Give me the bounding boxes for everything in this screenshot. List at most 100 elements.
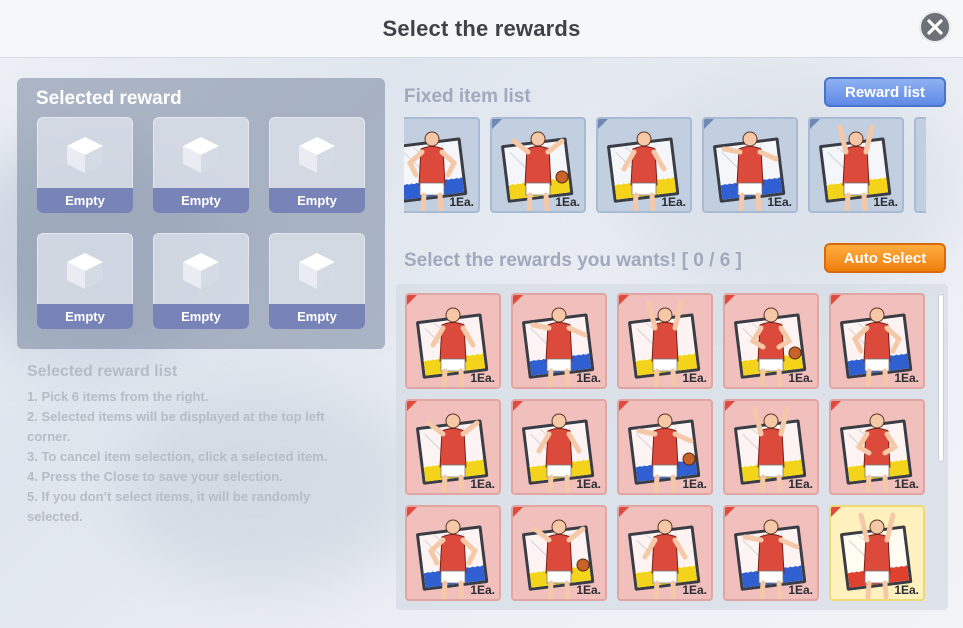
selected-reward-panel: Selected reward Empty Empty Empty Empty Empt… bbox=[17, 78, 385, 349]
corner-flag bbox=[831, 295, 841, 305]
auto-select-button[interactable]: Auto Select bbox=[824, 243, 946, 273]
reward-card[interactable]: 1Ea. bbox=[829, 399, 925, 495]
select-rewards-heading: Select the rewards you wants! [ 0 / 6 ] bbox=[404, 250, 742, 271]
item-quantity: 1Ea. bbox=[682, 583, 707, 597]
reward-card[interactable]: 1Ea. bbox=[723, 399, 819, 495]
item-quantity: 1Ea. bbox=[767, 195, 792, 209]
corner-flag bbox=[619, 295, 629, 305]
reward-slot[interactable]: Empty bbox=[269, 117, 365, 213]
slot-label: Empty bbox=[37, 188, 133, 213]
corner-flag bbox=[598, 119, 608, 129]
reward-card[interactable]: 1Ea. bbox=[596, 117, 692, 213]
title-bar: Select the rewards bbox=[0, 0, 963, 58]
item-quantity: 1Ea. bbox=[682, 477, 707, 491]
fixed-item-list[interactable]: 1Ea. 1Ea. 1Ea. 1Ea. 1Ea. bbox=[404, 117, 926, 213]
reward-slot[interactable]: Empty bbox=[37, 233, 133, 329]
corner-flag bbox=[831, 401, 841, 411]
reward-slot[interactable]: Empty bbox=[269, 233, 365, 329]
item-quantity: 1Ea. bbox=[449, 195, 474, 209]
reward-card[interactable]: 1Ea. bbox=[808, 117, 904, 213]
corner-flag bbox=[407, 507, 417, 517]
page-title: Select the rewards bbox=[382, 15, 581, 41]
instruction-line: corner. bbox=[27, 429, 71, 444]
fixed-item-heading: Fixed item list bbox=[404, 86, 531, 107]
reward-card[interactable]: 1Ea. bbox=[404, 117, 480, 213]
item-quantity: 1Ea. bbox=[788, 477, 813, 491]
cube-icon bbox=[183, 253, 219, 289]
slot-label: Empty bbox=[269, 188, 365, 213]
corner-flag bbox=[810, 119, 820, 129]
reward-slot[interactable]: Empty bbox=[153, 117, 249, 213]
reward-card[interactable]: 1Ea. bbox=[723, 293, 819, 389]
reward-card[interactable]: 1Ea. bbox=[829, 293, 925, 389]
reward-list-button[interactable]: Reward list bbox=[824, 77, 946, 107]
reward-card[interactable]: 1Ea. bbox=[829, 505, 925, 601]
item-quantity: 1Ea. bbox=[682, 371, 707, 385]
corner-flag bbox=[407, 295, 417, 305]
corner-flag bbox=[725, 401, 735, 411]
item-quantity: 1Ea. bbox=[661, 195, 686, 209]
corner-flag bbox=[407, 401, 417, 411]
instruction-line: selected. bbox=[27, 509, 83, 524]
item-quantity: 1Ea. bbox=[788, 371, 813, 385]
item-quantity: 1Ea. bbox=[555, 195, 580, 209]
reward-card[interactable]: 1Ea. bbox=[617, 293, 713, 389]
reward-card[interactable]: 1Ea. bbox=[723, 505, 819, 601]
reward-card-partial[interactable] bbox=[914, 117, 926, 213]
corner-flag bbox=[704, 119, 714, 129]
instruction-line: 1. Pick 6 items from the right. bbox=[27, 389, 209, 404]
reward-card[interactable]: 1Ea. bbox=[511, 399, 607, 495]
reward-card[interactable]: 1Ea. bbox=[405, 293, 501, 389]
selected-reward-heading: Selected reward bbox=[36, 88, 182, 109]
item-quantity: 1Ea. bbox=[576, 583, 601, 597]
cube-icon bbox=[67, 137, 103, 173]
reward-slot[interactable]: Empty bbox=[37, 117, 133, 213]
corner-flag bbox=[725, 507, 735, 517]
reward-card[interactable]: 1Ea. bbox=[617, 505, 713, 601]
instructions-title: Selected reward list bbox=[27, 363, 178, 380]
instruction-line: 2. Selected items will be displayed at t… bbox=[27, 409, 325, 424]
item-quantity: 1Ea. bbox=[470, 477, 495, 491]
close-button[interactable] bbox=[919, 11, 951, 43]
corner-flag bbox=[619, 507, 629, 517]
cube-icon bbox=[299, 253, 335, 289]
close-icon bbox=[927, 19, 943, 35]
item-quantity: 1Ea. bbox=[894, 371, 919, 385]
reward-card[interactable]: 1Ea. bbox=[490, 117, 586, 213]
corner-flag bbox=[619, 401, 629, 411]
instruction-line: 5. If you don’t select items, it will be… bbox=[27, 489, 311, 504]
corner-flag bbox=[831, 507, 841, 517]
item-quantity: 1Ea. bbox=[873, 195, 898, 209]
reward-card[interactable]: 1Ea. bbox=[405, 399, 501, 495]
item-quantity: 1Ea. bbox=[470, 583, 495, 597]
instructions: Selected reward list 1. Pick 6 items fro… bbox=[27, 363, 377, 527]
slot-label: Empty bbox=[37, 304, 133, 329]
reward-grid: 1Ea. 1Ea. 1Ea. 1Ea. 1Ea. 1Ea. 1Ea. 1Ea. 1Ea. 1Ea.… bbox=[396, 284, 948, 610]
reward-card[interactable]: 1Ea. bbox=[511, 505, 607, 601]
slot-label: Empty bbox=[153, 304, 249, 329]
item-quantity: 1Ea. bbox=[470, 371, 495, 385]
corner-flag bbox=[725, 295, 735, 305]
cube-icon bbox=[299, 137, 335, 173]
corner-flag bbox=[513, 507, 523, 517]
reward-card[interactable]: 1Ea. bbox=[617, 399, 713, 495]
item-quantity: 1Ea. bbox=[576, 371, 601, 385]
cube-icon bbox=[183, 137, 219, 173]
reward-card[interactable]: 1Ea. bbox=[405, 505, 501, 601]
reward-slot[interactable]: Empty bbox=[153, 233, 249, 329]
corner-flag bbox=[513, 295, 523, 305]
item-quantity: 1Ea. bbox=[894, 583, 919, 597]
reward-card[interactable]: 1Ea. bbox=[702, 117, 798, 213]
item-quantity: 1Ea. bbox=[576, 477, 601, 491]
cube-icon bbox=[67, 253, 103, 289]
corner-flag bbox=[492, 119, 502, 129]
instruction-line: 4. Press the Close to save your selectio… bbox=[27, 469, 283, 484]
instruction-line: 3. To cancel item selection, click a sel… bbox=[27, 449, 328, 464]
item-quantity: 1Ea. bbox=[788, 583, 813, 597]
reward-grid-scrollbar[interactable] bbox=[938, 294, 944, 462]
reward-card[interactable]: 1Ea. bbox=[511, 293, 607, 389]
item-quantity: 1Ea. bbox=[894, 477, 919, 491]
corner-flag bbox=[513, 401, 523, 411]
slot-label: Empty bbox=[269, 304, 365, 329]
slot-label: Empty bbox=[153, 188, 249, 213]
